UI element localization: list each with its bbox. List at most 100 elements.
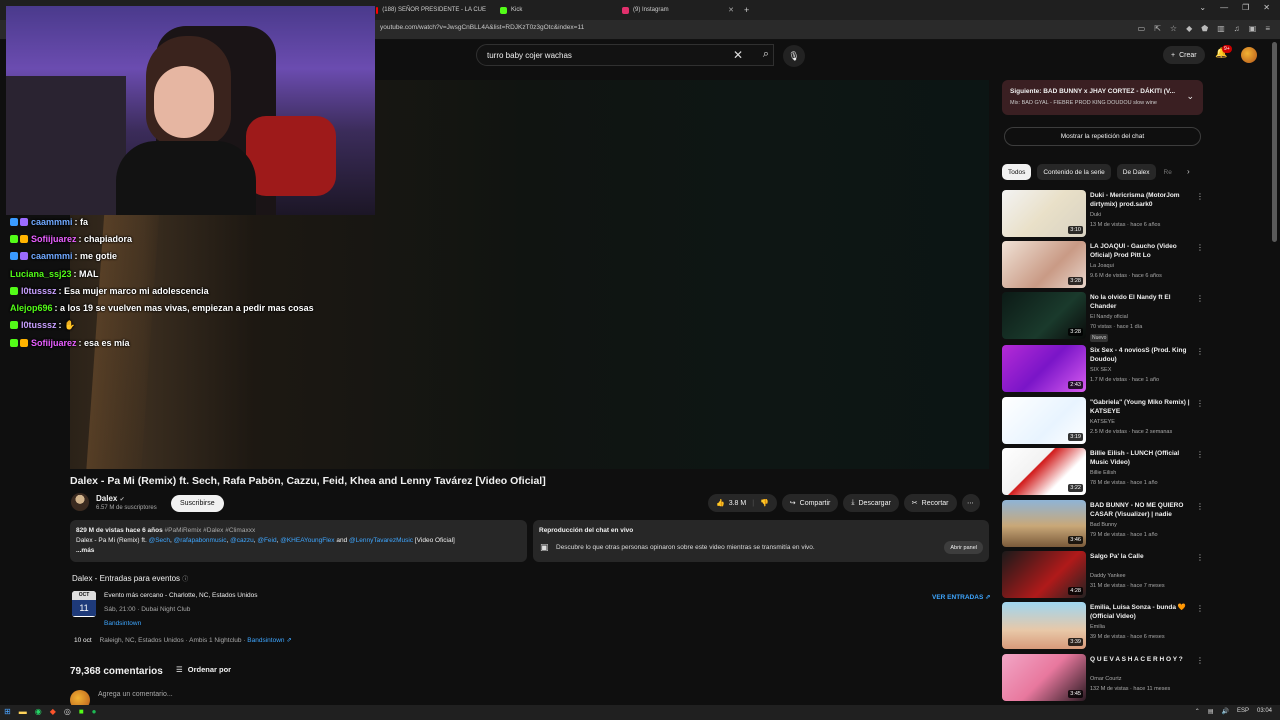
account-avatar[interactable] xyxy=(1241,47,1257,63)
video-thumbnail[interactable]: 3:22 xyxy=(1002,448,1086,495)
sort-comments-button[interactable]: ☰ Ordenar por xyxy=(176,665,231,674)
volume-icon[interactable]: 🔊 xyxy=(1221,708,1228,715)
recommended-title[interactable]: Q U E V A S H A C E R H O Y ? xyxy=(1090,655,1190,664)
create-button[interactable]: + Crear xyxy=(1163,46,1205,64)
video-thumbnail[interactable]: 4:28 xyxy=(1002,551,1086,598)
info-icon[interactable]: ⓘ xyxy=(182,577,188,583)
recommended-channel[interactable]: Duki xyxy=(1090,212,1101,218)
share-button[interactable]: ↪ Compartir xyxy=(781,494,839,512)
subscribe-button[interactable]: Suscribirse xyxy=(171,495,224,512)
close-window-icon[interactable]: ✕ xyxy=(1263,3,1270,12)
recommended-channel[interactable]: Emilia xyxy=(1090,624,1105,630)
recommended-video[interactable]: 3:45 Q U E V A S H A C E R H O Y ? Omar Co… xyxy=(1002,654,1204,701)
recommended-video[interactable]: 3:46 BAD BUNNY - NO ME QUIERO CASAR (Visu… xyxy=(1002,500,1204,547)
recommended-title[interactable]: Billie Eilish - LUNCH (Official Music Vi… xyxy=(1090,449,1190,467)
recommended-title[interactable]: No la olvido El Nandy ft El Chander xyxy=(1090,293,1190,311)
chat-username[interactable]: caammmi xyxy=(31,251,73,261)
recommended-video[interactable]: 4:28 Salgo Pa' la Calle Daddy Yankee 31 M d… xyxy=(1002,551,1204,598)
network-icon[interactable]: ▤ xyxy=(1208,708,1214,715)
recommended-video[interactable]: 3:28 LA JOAQUI - Gaucho (Video Oficial) P… xyxy=(1002,241,1204,288)
screen-icon[interactable]: ▭ xyxy=(1138,24,1146,33)
chat-username[interactable]: Sofiijuarez xyxy=(31,338,77,348)
chat-username[interactable]: l0tusssz xyxy=(21,320,57,330)
mention-link[interactable]: @Sech xyxy=(149,537,170,544)
new-tab-button[interactable]: + xyxy=(744,2,754,18)
mention-link[interactable]: @KHEAYoungFlex xyxy=(280,537,334,544)
extension-icon[interactable]: ◆ xyxy=(1186,24,1192,33)
chip-from-dalex[interactable]: De Dalex xyxy=(1116,164,1156,180)
recommended-channel[interactable]: Billie Eilish xyxy=(1090,470,1116,476)
mention-link[interactable]: @Feid xyxy=(257,537,276,544)
more-options-icon[interactable]: ⋮ xyxy=(1196,502,1204,511)
chip-related[interactable]: Re xyxy=(1162,164,1176,180)
video-thumbnail[interactable]: 3:28 xyxy=(1002,292,1086,339)
video-thumbnail[interactable]: 2:43 xyxy=(1002,345,1086,392)
chip-all[interactable]: Todos xyxy=(1002,164,1032,180)
more-actions-icon[interactable]: ⋯ xyxy=(961,494,980,512)
sidebar-icon[interactable]: ▥ xyxy=(1217,24,1225,33)
video-thumbnail[interactable]: 3:46 xyxy=(1002,500,1086,547)
recommended-channel[interactable]: Omar Courtz xyxy=(1090,676,1121,682)
wallet-icon[interactable]: ▣ xyxy=(1249,24,1257,33)
recommended-video[interactable]: 3:22 Billie Eilish - LUNCH (Official Musi… xyxy=(1002,448,1204,495)
clip-button[interactable]: ✂ Recortar xyxy=(903,494,957,512)
video-thumbnail[interactable]: 3:39 xyxy=(1002,602,1086,649)
brave-icon[interactable]: ◆ xyxy=(50,707,56,716)
recommended-channel[interactable]: SIX SEX xyxy=(1090,367,1111,373)
more-options-icon[interactable]: ⋮ xyxy=(1196,294,1204,303)
mention-link[interactable]: @cazzu xyxy=(230,537,254,544)
mention-link[interactable]: @rafapabonmusic xyxy=(174,537,227,544)
up-next-card[interactable]: Siguiente: BAD BUNNY x JHAY CORTEZ - DÁK… xyxy=(1002,80,1203,115)
video-thumbnail[interactable]: 3:28 xyxy=(1002,241,1086,288)
chat-username[interactable]: Sofiijuarez xyxy=(31,234,77,244)
music-icon[interactable]: ♫ xyxy=(1234,24,1240,33)
description-box[interactable]: 829 M de vistas hace 6 años #PaMiRemix #… xyxy=(70,520,527,562)
recommended-channel[interactable]: Daddy Yankee xyxy=(1090,573,1126,579)
recommended-video[interactable]: 3:19 "Gabriela" (Young Miko Remix) | KATS… xyxy=(1002,397,1204,444)
chat-username[interactable]: l0tusssz xyxy=(21,286,57,296)
recommended-title[interactable]: LA JOAQUI - Gaucho (Video Oficial) Prod … xyxy=(1090,242,1190,260)
chat-username[interactable]: Luciana_ssj23 xyxy=(10,269,72,279)
dropdown-icon[interactable]: ⌄ xyxy=(1199,3,1206,12)
show-more-link[interactable]: ...más xyxy=(76,546,521,556)
video-thumbnail[interactable]: 3:19 xyxy=(1002,397,1086,444)
chat-username[interactable]: caammmi xyxy=(31,217,73,227)
thumbs-down-icon[interactable]: 👎 xyxy=(760,499,769,507)
menu-icon[interactable]: ≡ xyxy=(1265,24,1270,33)
bookmark-icon[interactable]: ☆ xyxy=(1170,24,1177,33)
more-options-icon[interactable]: ⋮ xyxy=(1196,656,1204,665)
clear-icon[interactable]: ✕ xyxy=(733,48,743,62)
close-tab-icon[interactable]: ✕ xyxy=(728,6,734,14)
more-options-icon[interactable]: ⋮ xyxy=(1196,553,1204,562)
chat-username[interactable]: Alejop696 xyxy=(10,303,53,313)
next-event-source[interactable]: Bandsintown xyxy=(247,637,284,644)
video-thumbnail[interactable]: 3:10 xyxy=(1002,190,1086,237)
tab-kick[interactable]: Kick xyxy=(500,2,610,18)
mic-icon[interactable]: 🎙 xyxy=(783,45,805,67)
whatsapp-icon[interactable]: ◉ xyxy=(35,707,42,716)
chevron-down-icon[interactable]: ⌄ xyxy=(1186,91,1194,102)
open-panel-button[interactable]: Abrir panel xyxy=(944,541,983,554)
minimize-icon[interactable]: — xyxy=(1220,3,1228,12)
comment-input[interactable]: Agrega un comentario... xyxy=(98,691,173,698)
recommended-channel[interactable]: El Nandy oficial xyxy=(1090,314,1128,320)
recommended-title[interactable]: BAD BUNNY - NO ME QUIERO CASAR (Visualiz… xyxy=(1090,501,1190,520)
search-input[interactable]: turro baby cojer wachas ✕ ⌕ xyxy=(476,44,774,66)
recommended-video[interactable]: 3:39 Emilia, Luisa Sonza - bunda 🧡 (Offic… xyxy=(1002,602,1204,649)
hashtags[interactable]: #PaMiRemix #Dalex #Climaxxx xyxy=(165,527,256,534)
tab-youtube[interactable]: (188) SEÑOR PRESIDENTE - LA CUE xyxy=(376,2,486,18)
maximize-icon[interactable]: ❐ xyxy=(1242,3,1249,12)
recommended-title[interactable]: Emilia, Luisa Sonza - bunda 🧡 (Official … xyxy=(1090,603,1190,621)
show-chat-replay-button[interactable]: Mostrar la repetición del chat xyxy=(1004,127,1201,146)
more-options-icon[interactable]: ⋮ xyxy=(1196,347,1204,356)
recommended-title[interactable]: Duki - Mericrisma (MotorJom dirtymix) pr… xyxy=(1090,191,1190,209)
video-thumbnail[interactable]: 3:45 xyxy=(1002,654,1086,701)
more-options-icon[interactable]: ⋮ xyxy=(1196,243,1204,252)
page-scrollbar[interactable] xyxy=(1272,42,1277,242)
next-event[interactable]: 10 oct Raleigh, NC, Estados Unidos · Amb… xyxy=(74,636,292,644)
chip-series[interactable]: Contenido de la serie xyxy=(1037,164,1111,180)
recommended-video[interactable]: 2:43 Six Sex - 4 noviosS (Prod. King Doud… xyxy=(1002,345,1204,392)
clock[interactable]: 03:04 xyxy=(1257,708,1272,715)
recommended-video[interactable]: 3:28 No la olvido El Nandy ft El Chander E… xyxy=(1002,292,1204,342)
recommended-channel[interactable]: La Joaqui xyxy=(1090,263,1114,269)
